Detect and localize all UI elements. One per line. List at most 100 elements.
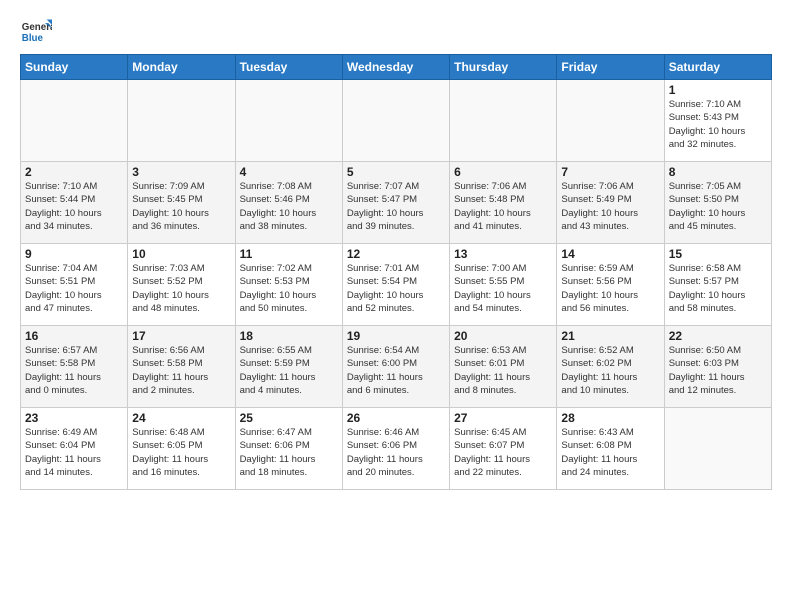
calendar-day-cell: 18Sunrise: 6:55 AM Sunset: 5:59 PM Dayli… [235, 326, 342, 408]
day-info: Sunrise: 6:50 AM Sunset: 6:03 PM Dayligh… [669, 344, 767, 397]
calendar-day-cell: 4Sunrise: 7:08 AM Sunset: 5:46 PM Daylig… [235, 162, 342, 244]
calendar-header-wednesday: Wednesday [342, 55, 449, 80]
day-number: 25 [240, 411, 338, 425]
day-number: 3 [132, 165, 230, 179]
day-number: 5 [347, 165, 445, 179]
day-number: 17 [132, 329, 230, 343]
calendar-header-thursday: Thursday [450, 55, 557, 80]
calendar-day-cell [557, 80, 664, 162]
day-number: 13 [454, 247, 552, 261]
day-info: Sunrise: 6:55 AM Sunset: 5:59 PM Dayligh… [240, 344, 338, 397]
calendar-day-cell: 24Sunrise: 6:48 AM Sunset: 6:05 PM Dayli… [128, 408, 235, 490]
calendar-week-row: 16Sunrise: 6:57 AM Sunset: 5:58 PM Dayli… [21, 326, 772, 408]
calendar-header-sunday: Sunday [21, 55, 128, 80]
day-info: Sunrise: 7:00 AM Sunset: 5:55 PM Dayligh… [454, 262, 552, 315]
day-number: 20 [454, 329, 552, 343]
day-number: 10 [132, 247, 230, 261]
day-info: Sunrise: 7:05 AM Sunset: 5:50 PM Dayligh… [669, 180, 767, 233]
day-number: 18 [240, 329, 338, 343]
day-number: 28 [561, 411, 659, 425]
svg-text:Blue: Blue [22, 33, 44, 44]
calendar-day-cell [450, 80, 557, 162]
day-info: Sunrise: 6:52 AM Sunset: 6:02 PM Dayligh… [561, 344, 659, 397]
day-number: 12 [347, 247, 445, 261]
day-info: Sunrise: 7:09 AM Sunset: 5:45 PM Dayligh… [132, 180, 230, 233]
calendar-day-cell [128, 80, 235, 162]
calendar-header-saturday: Saturday [664, 55, 771, 80]
day-info: Sunrise: 6:48 AM Sunset: 6:05 PM Dayligh… [132, 426, 230, 479]
calendar-header-friday: Friday [557, 55, 664, 80]
calendar-day-cell: 19Sunrise: 6:54 AM Sunset: 6:00 PM Dayli… [342, 326, 449, 408]
day-info: Sunrise: 6:46 AM Sunset: 6:06 PM Dayligh… [347, 426, 445, 479]
day-info: Sunrise: 6:59 AM Sunset: 5:56 PM Dayligh… [561, 262, 659, 315]
calendar-day-cell: 9Sunrise: 7:04 AM Sunset: 5:51 PM Daylig… [21, 244, 128, 326]
day-number: 22 [669, 329, 767, 343]
day-info: Sunrise: 7:10 AM Sunset: 5:44 PM Dayligh… [25, 180, 123, 233]
calendar-day-cell: 28Sunrise: 6:43 AM Sunset: 6:08 PM Dayli… [557, 408, 664, 490]
calendar-day-cell: 12Sunrise: 7:01 AM Sunset: 5:54 PM Dayli… [342, 244, 449, 326]
calendar-day-cell: 6Sunrise: 7:06 AM Sunset: 5:48 PM Daylig… [450, 162, 557, 244]
day-number: 6 [454, 165, 552, 179]
calendar-day-cell [342, 80, 449, 162]
calendar-header-tuesday: Tuesday [235, 55, 342, 80]
day-info: Sunrise: 7:01 AM Sunset: 5:54 PM Dayligh… [347, 262, 445, 315]
calendar-day-cell: 1Sunrise: 7:10 AM Sunset: 5:43 PM Daylig… [664, 80, 771, 162]
calendar-day-cell: 5Sunrise: 7:07 AM Sunset: 5:47 PM Daylig… [342, 162, 449, 244]
day-number: 27 [454, 411, 552, 425]
calendar-day-cell: 23Sunrise: 6:49 AM Sunset: 6:04 PM Dayli… [21, 408, 128, 490]
calendar-day-cell: 16Sunrise: 6:57 AM Sunset: 5:58 PM Dayli… [21, 326, 128, 408]
day-number: 24 [132, 411, 230, 425]
day-number: 21 [561, 329, 659, 343]
calendar-day-cell: 2Sunrise: 7:10 AM Sunset: 5:44 PM Daylig… [21, 162, 128, 244]
day-info: Sunrise: 7:03 AM Sunset: 5:52 PM Dayligh… [132, 262, 230, 315]
day-info: Sunrise: 6:49 AM Sunset: 6:04 PM Dayligh… [25, 426, 123, 479]
calendar-day-cell: 8Sunrise: 7:05 AM Sunset: 5:50 PM Daylig… [664, 162, 771, 244]
calendar-day-cell: 11Sunrise: 7:02 AM Sunset: 5:53 PM Dayli… [235, 244, 342, 326]
day-info: Sunrise: 7:02 AM Sunset: 5:53 PM Dayligh… [240, 262, 338, 315]
day-number: 15 [669, 247, 767, 261]
calendar-day-cell: 27Sunrise: 6:45 AM Sunset: 6:07 PM Dayli… [450, 408, 557, 490]
day-info: Sunrise: 7:07 AM Sunset: 5:47 PM Dayligh… [347, 180, 445, 233]
day-number: 8 [669, 165, 767, 179]
calendar-day-cell: 13Sunrise: 7:00 AM Sunset: 5:55 PM Dayli… [450, 244, 557, 326]
calendar-day-cell: 10Sunrise: 7:03 AM Sunset: 5:52 PM Dayli… [128, 244, 235, 326]
day-info: Sunrise: 6:54 AM Sunset: 6:00 PM Dayligh… [347, 344, 445, 397]
calendar-table: SundayMondayTuesdayWednesdayThursdayFrid… [20, 54, 772, 490]
calendar-header-row: SundayMondayTuesdayWednesdayThursdayFrid… [21, 55, 772, 80]
header: General Blue [20, 16, 772, 48]
day-number: 7 [561, 165, 659, 179]
day-info: Sunrise: 7:04 AM Sunset: 5:51 PM Dayligh… [25, 262, 123, 315]
calendar-day-cell: 3Sunrise: 7:09 AM Sunset: 5:45 PM Daylig… [128, 162, 235, 244]
day-number: 11 [240, 247, 338, 261]
day-number: 1 [669, 83, 767, 97]
day-info: Sunrise: 6:45 AM Sunset: 6:07 PM Dayligh… [454, 426, 552, 479]
day-info: Sunrise: 7:06 AM Sunset: 5:49 PM Dayligh… [561, 180, 659, 233]
day-number: 2 [25, 165, 123, 179]
calendar-day-cell: 7Sunrise: 7:06 AM Sunset: 5:49 PM Daylig… [557, 162, 664, 244]
day-info: Sunrise: 7:08 AM Sunset: 5:46 PM Dayligh… [240, 180, 338, 233]
day-info: Sunrise: 6:53 AM Sunset: 6:01 PM Dayligh… [454, 344, 552, 397]
page: General Blue SundayMondayTuesdayWednesda… [0, 0, 792, 612]
calendar-day-cell [664, 408, 771, 490]
calendar-day-cell: 20Sunrise: 6:53 AM Sunset: 6:01 PM Dayli… [450, 326, 557, 408]
calendar-week-row: 23Sunrise: 6:49 AM Sunset: 6:04 PM Dayli… [21, 408, 772, 490]
calendar-day-cell: 14Sunrise: 6:59 AM Sunset: 5:56 PM Dayli… [557, 244, 664, 326]
calendar-week-row: 2Sunrise: 7:10 AM Sunset: 5:44 PM Daylig… [21, 162, 772, 244]
day-number: 16 [25, 329, 123, 343]
calendar-day-cell [21, 80, 128, 162]
calendar-day-cell: 25Sunrise: 6:47 AM Sunset: 6:06 PM Dayli… [235, 408, 342, 490]
day-info: Sunrise: 6:57 AM Sunset: 5:58 PM Dayligh… [25, 344, 123, 397]
calendar-header-monday: Monday [128, 55, 235, 80]
day-info: Sunrise: 7:06 AM Sunset: 5:48 PM Dayligh… [454, 180, 552, 233]
day-info: Sunrise: 6:43 AM Sunset: 6:08 PM Dayligh… [561, 426, 659, 479]
calendar-day-cell: 21Sunrise: 6:52 AM Sunset: 6:02 PM Dayli… [557, 326, 664, 408]
day-info: Sunrise: 6:47 AM Sunset: 6:06 PM Dayligh… [240, 426, 338, 479]
calendar-day-cell: 17Sunrise: 6:56 AM Sunset: 5:58 PM Dayli… [128, 326, 235, 408]
logo-icon: General Blue [20, 16, 52, 48]
day-info: Sunrise: 7:10 AM Sunset: 5:43 PM Dayligh… [669, 98, 767, 151]
calendar-day-cell: 15Sunrise: 6:58 AM Sunset: 5:57 PM Dayli… [664, 244, 771, 326]
day-number: 9 [25, 247, 123, 261]
calendar-day-cell: 26Sunrise: 6:46 AM Sunset: 6:06 PM Dayli… [342, 408, 449, 490]
calendar-day-cell [235, 80, 342, 162]
day-number: 26 [347, 411, 445, 425]
